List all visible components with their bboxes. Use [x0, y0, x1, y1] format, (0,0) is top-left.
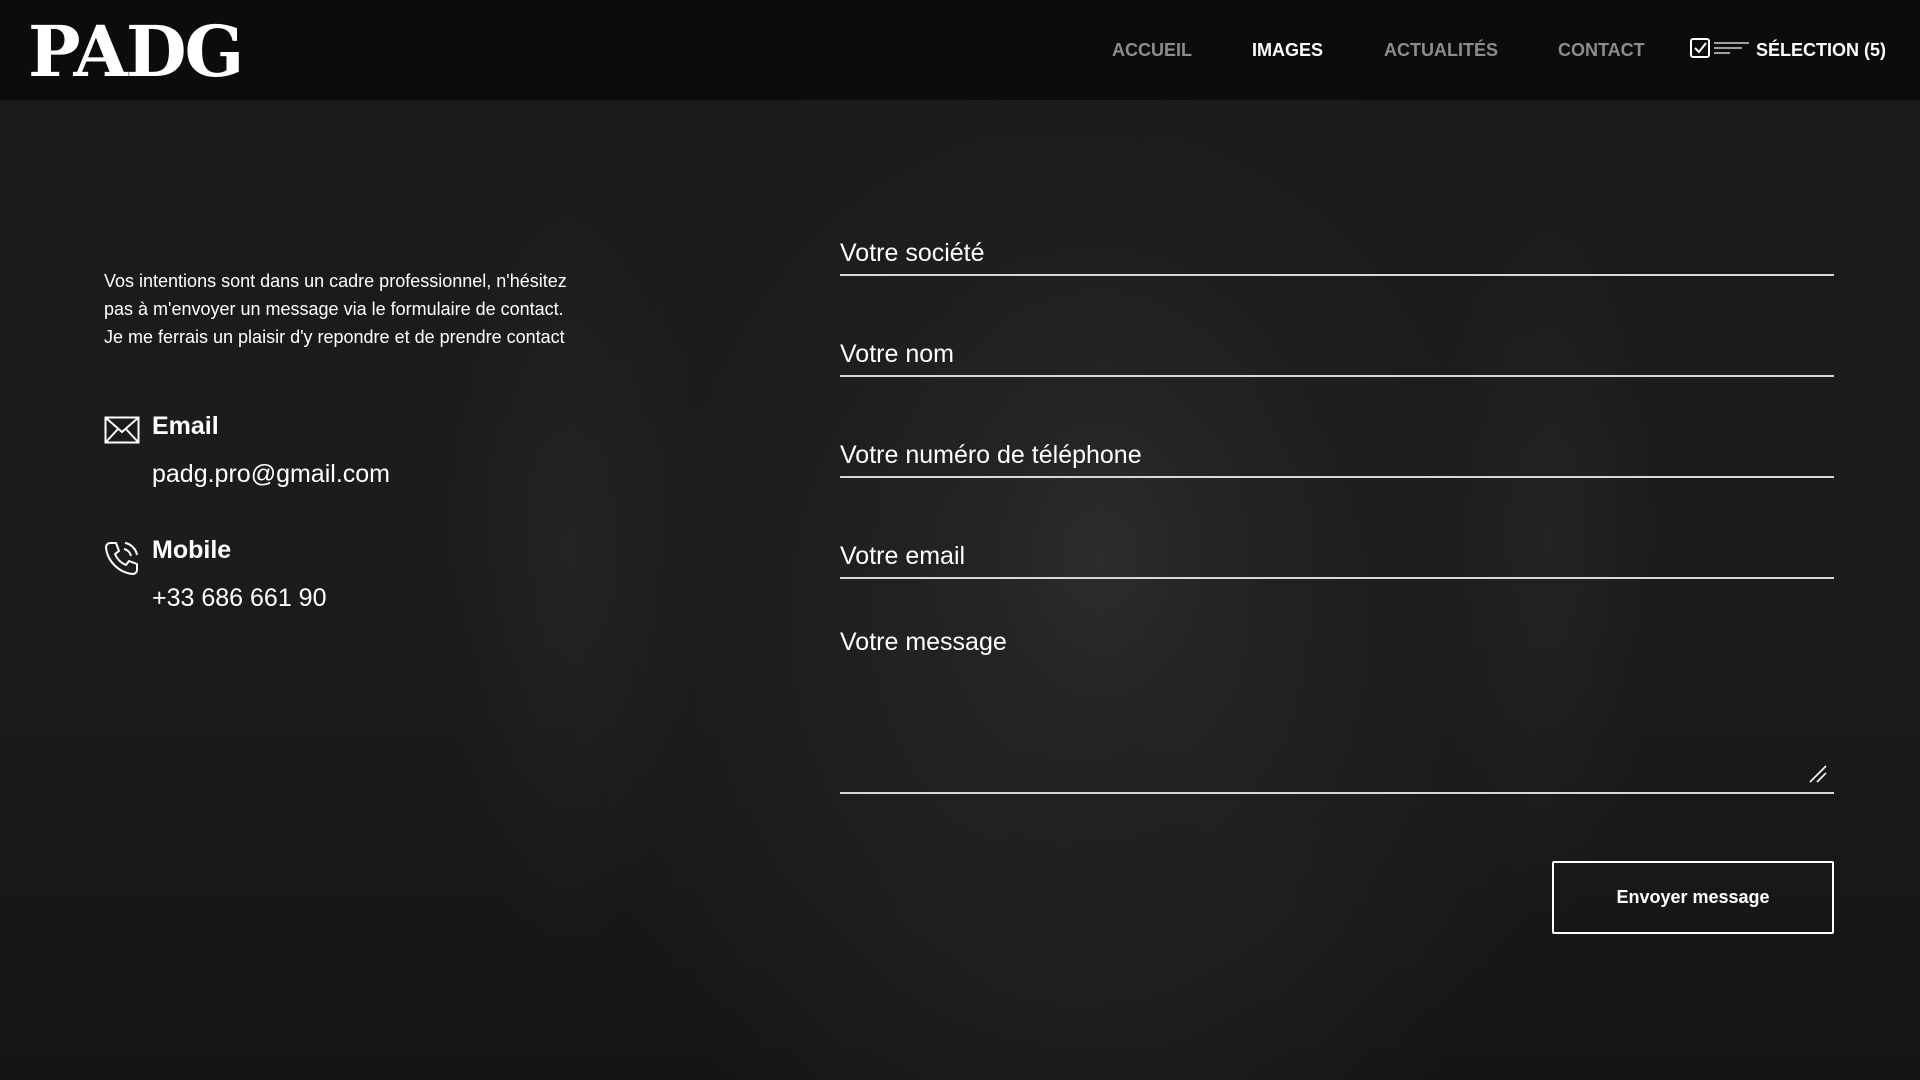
resize-handle-icon[interactable] [1808, 764, 1828, 788]
email-field[interactable] [840, 535, 1834, 579]
intro-line: Je me ferrais un plaisir d'y repondre et… [104, 327, 565, 347]
intro-text: Vos intentions sont dans un cadre profes… [104, 267, 644, 351]
message-field[interactable] [840, 626, 1834, 794]
mobile-title: Mobile [152, 536, 232, 564]
nav-item-accueil[interactable]: ACCUEIL [1112, 38, 1192, 62]
site-logo[interactable]: PADG [28, 14, 244, 90]
company-field[interactable] [840, 232, 1834, 276]
envelope-icon [104, 416, 140, 448]
selection-label: SÉLECTION (5) [1756, 40, 1887, 60]
email-link[interactable]: padg.pro@gmail.com [152, 458, 390, 490]
checkbox-list-icon [1690, 37, 1750, 63]
nav-item-images[interactable]: IMAGES [1252, 38, 1323, 62]
contact-page: PADG ACCUEIL IMAGES ACTUALITÉS CONTACT S… [0, 0, 1920, 1080]
email-title: Email [152, 412, 219, 440]
site-header: PADG ACCUEIL IMAGES ACTUALITÉS CONTACT S… [0, 0, 1920, 100]
mobile-link[interactable]: +33 686 661 90 [152, 582, 326, 614]
nav-item-contact[interactable]: CONTACT [1558, 38, 1645, 62]
background-portrait-shade [440, 140, 700, 960]
selection-button[interactable]: SÉLECTION (5) [1690, 38, 1886, 62]
name-field[interactable] [840, 333, 1834, 377]
intro-line: Vos intentions sont dans un cadre profes… [104, 271, 567, 291]
intro-line: pas à m'envoyer un message via le formul… [104, 299, 564, 319]
phone-icon [104, 540, 140, 580]
nav-item-actualites[interactable]: ACTUALITÉS [1384, 38, 1498, 62]
send-message-button[interactable]: Envoyer message [1552, 861, 1834, 934]
phone-field[interactable] [840, 434, 1834, 478]
